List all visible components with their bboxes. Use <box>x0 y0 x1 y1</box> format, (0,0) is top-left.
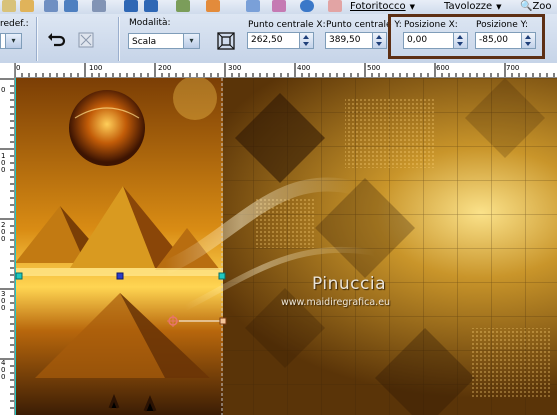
zoom-icon: 🔍 <box>520 1 533 12</box>
chevron-down-icon: ▼ <box>409 3 415 11</box>
eraser-icon[interactable] <box>328 0 342 12</box>
ruler-label: 1 0 0 <box>1 152 6 174</box>
menu-zoom[interactable]: 🔍Zoo <box>520 0 552 13</box>
center-x-spinner[interactable]: 262,50 <box>247 32 314 49</box>
menu-fotoritocco-label: Fotoritocco <box>350 1 406 12</box>
preset-dropdown[interactable]: ▾ <box>0 33 22 49</box>
vertical-ruler[interactable]: 0 1 0 0 2 0 0 3 0 0 4 0 0 <box>0 63 15 415</box>
fit-to-canvas-icon[interactable] <box>215 30 237 52</box>
center-x-value: 262,50 <box>251 35 283 45</box>
ruler-label: 2 0 0 <box>1 221 6 243</box>
watermark-url: www.maidiregrafica.eu <box>281 297 391 308</box>
reset-rectangle-icon[interactable] <box>45 29 67 51</box>
menu-tavolozze[interactable]: Tavolozze ▼ <box>444 0 502 13</box>
chevron-down-icon: ▼ <box>496 3 502 11</box>
center-x-label: Punto centrale X: <box>248 20 326 30</box>
menu-fotoritocco[interactable]: Fotoritocco ▼ <box>350 0 415 13</box>
materials-icon[interactable] <box>272 0 286 12</box>
folder-icon[interactable] <box>2 0 16 12</box>
undo-icon[interactable] <box>124 0 138 12</box>
ruler-label: 500 <box>367 64 381 72</box>
artwork <box>15 78 557 415</box>
crop-icon[interactable] <box>176 0 190 12</box>
separator <box>118 17 120 61</box>
menu-tavolozze-label: Tavolozze <box>444 1 493 12</box>
save-icon[interactable] <box>44 0 58 12</box>
info-icon[interactable] <box>300 0 314 12</box>
ruler-label: 0 <box>16 64 21 72</box>
deform-icon[interactable] <box>75 29 97 51</box>
ruler-label: 400 <box>297 64 311 72</box>
horizontal-ruler[interactable]: 0 100 200 300 400 500 600 700 <box>14 63 557 78</box>
menu-zoom-label: Zoo <box>532 1 552 12</box>
browse-icon[interactable] <box>20 0 34 12</box>
ruler-label: 0 <box>1 86 6 94</box>
photo-fix-icon[interactable] <box>206 0 220 12</box>
redo-icon[interactable] <box>144 0 158 12</box>
separator <box>36 17 38 61</box>
mode-value: Scala <box>132 37 157 47</box>
ruler-label: 3 0 0 <box>1 290 6 312</box>
ruler-label: 4 0 0 <box>1 359 6 381</box>
center-y-spinner[interactable]: 389,50 <box>325 32 387 49</box>
mode-dropdown[interactable]: Scala ▾ <box>128 33 200 49</box>
spinner-arrows-icon[interactable] <box>299 33 313 48</box>
ruler-label: 100 <box>89 64 103 72</box>
chevron-down-icon: ▾ <box>5 34 21 48</box>
chevron-down-icon: ▾ <box>183 34 199 48</box>
watermark-name: Pinuccia <box>312 274 386 294</box>
print-icon[interactable] <box>92 0 106 12</box>
ruler-label: 600 <box>436 64 450 72</box>
image-canvas[interactable]: Pinuccia www.maidiregrafica.eu <box>15 78 557 415</box>
spinner-arrows-icon[interactable] <box>372 33 386 48</box>
ruler-label: 300 <box>228 64 242 72</box>
menu-bar: Fotoritocco ▼ Tavolozze ▼ 🔍Zoo <box>0 0 557 14</box>
save-as-icon[interactable] <box>64 0 78 12</box>
mode-label: Modalità: <box>129 18 171 28</box>
center-y-value: 389,50 <box>329 35 361 45</box>
layers-icon[interactable] <box>246 0 260 12</box>
preset-label: redef.: <box>0 19 29 29</box>
position-highlight-box <box>388 14 545 59</box>
ruler-label: 200 <box>158 64 172 72</box>
ruler-label: 700 <box>506 64 520 72</box>
